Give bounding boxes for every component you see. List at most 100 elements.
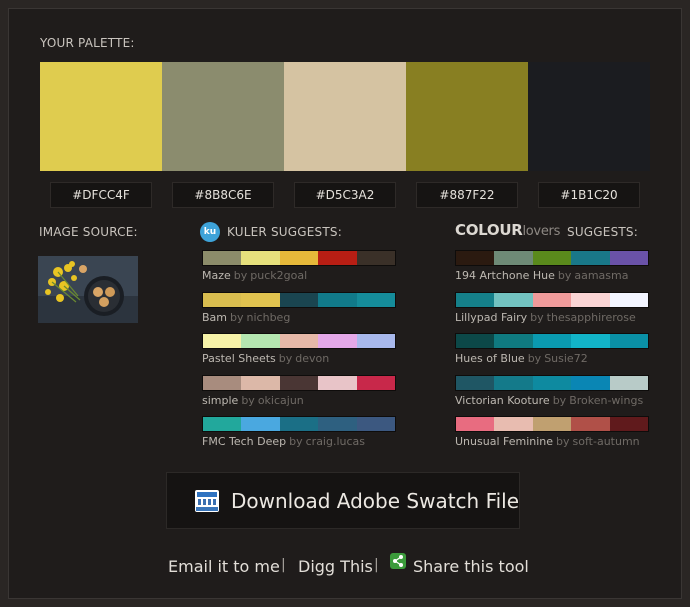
strip-color <box>318 251 357 265</box>
palette-name: FMC Tech Deep by craig.lucas <box>202 435 396 448</box>
kuler-heading: KULER SUGGESTS: <box>227 225 342 239</box>
download-label: Download Adobe Swatch File <box>231 489 520 513</box>
palette-title[interactable]: simple <box>202 394 238 407</box>
swatch-hex-label: #1B1C20 <box>538 182 640 208</box>
suggested-palette[interactable]: Hues of Blue by Susie72 <box>455 333 649 365</box>
strip-color <box>279 251 319 265</box>
palette-title[interactable]: Lillypad Fairy <box>455 311 527 324</box>
strip-color <box>203 375 242 390</box>
strip-color <box>279 417 319 431</box>
digg-link[interactable]: Digg This <box>298 557 373 576</box>
suggested-palette[interactable]: simple by okicajun <box>202 374 396 407</box>
strip-color <box>456 417 495 431</box>
palette-strip[interactable] <box>202 333 396 349</box>
suggested-palette[interactable]: Pastel Sheets by devon <box>202 333 396 365</box>
strip-color <box>356 375 396 390</box>
suggested-palette[interactable]: FMC Tech Deep by craig.lucas <box>202 416 396 448</box>
strip-color <box>279 292 319 307</box>
strip-color <box>318 375 357 390</box>
suggested-palette[interactable]: Unusual Feminine by soft-autumn <box>455 416 649 448</box>
strip-color <box>494 292 533 307</box>
palette-strip[interactable] <box>202 374 396 391</box>
palette-author[interactable]: soft-autumn <box>573 435 640 448</box>
palette-name: Victorian Kooture by Broken-wings <box>455 394 649 407</box>
colourlovers-heading: SUGGESTS: <box>567 225 638 239</box>
palette-title[interactable]: FMC Tech Deep <box>202 435 286 448</box>
palette-author[interactable]: Broken-wings <box>569 394 643 407</box>
share-link[interactable]: Share this tool <box>413 557 529 576</box>
palette-title[interactable]: Unusual Feminine <box>455 435 553 448</box>
palette-title[interactable]: 194 Artchone Hue <box>455 269 555 282</box>
palette-strip[interactable] <box>202 250 396 266</box>
email-link[interactable]: Email it to me <box>168 557 280 576</box>
palette-title[interactable]: Bam <box>202 311 227 324</box>
footer-separator: | <box>374 557 379 573</box>
palette-strip[interactable] <box>202 291 396 308</box>
strip-color <box>609 334 649 348</box>
palette-strip[interactable] <box>455 333 649 349</box>
palette-author[interactable]: devon <box>295 352 329 365</box>
strip-color <box>571 334 610 348</box>
palette-name: Maze by puck2goal <box>202 269 396 282</box>
suggested-palette[interactable]: 194 Artchone Hue by aamasma <box>455 250 649 282</box>
palette-swatch[interactable] <box>284 62 406 171</box>
strip-color <box>609 417 649 431</box>
image-source-thumbnail[interactable] <box>38 256 138 323</box>
palette-swatch[interactable] <box>406 62 528 171</box>
strip-color <box>571 292 610 307</box>
palette-author[interactable]: okicajun <box>258 394 304 407</box>
palette-name: Bam by nichbeg <box>202 311 396 324</box>
palette-author[interactable]: nichbeg <box>247 311 291 324</box>
suggested-palette[interactable]: Victorian Kooture by Broken-wings <box>455 374 649 407</box>
palette-title[interactable]: Pastel Sheets <box>202 352 276 365</box>
suggested-palette[interactable]: Lillypad Fairy by thesapphirerose <box>455 291 649 324</box>
strip-color <box>456 292 495 307</box>
palette-name: Hues of Blue by Susie72 <box>455 352 649 365</box>
palette-strip[interactable] <box>455 291 649 308</box>
palette-name: Lillypad Fairy by thesapphirerose <box>455 311 649 324</box>
suggested-palette[interactable]: Bam by nichbeg <box>202 291 396 324</box>
palette-heading: YOUR PALETTE: <box>40 36 135 50</box>
palette-strip[interactable] <box>455 250 649 266</box>
strip-color <box>356 417 396 431</box>
colourlovers-logo: COLOURlovers <box>455 221 561 239</box>
palette-strip[interactable] <box>455 416 649 432</box>
strip-color <box>318 292 357 307</box>
palette-by: by <box>241 393 255 407</box>
strip-color <box>241 292 280 307</box>
strip-color <box>318 334 357 348</box>
palette-strip[interactable] <box>455 374 649 391</box>
palette-swatch[interactable] <box>40 62 162 171</box>
palette-author[interactable]: Susie72 <box>544 352 588 365</box>
swatch-hex-label: #D5C3A2 <box>294 182 396 208</box>
strip-color <box>203 417 242 431</box>
footer-separator: | <box>281 557 286 573</box>
palette-by: by <box>278 352 293 365</box>
palette-swatch[interactable] <box>162 62 284 171</box>
suggested-palette[interactable]: Maze by puck2goal <box>202 250 396 282</box>
strip-color <box>203 334 242 348</box>
palette-name: simple by okicajun <box>202 394 396 407</box>
palette-author[interactable]: thesapphirerose <box>547 311 636 324</box>
palette-swatch[interactable] <box>528 62 650 171</box>
strip-color <box>456 375 495 390</box>
palette-author[interactable]: craig.lucas <box>306 435 365 448</box>
strip-color <box>456 251 495 265</box>
strip-color <box>356 292 396 307</box>
palette-strip[interactable] <box>202 416 396 432</box>
share-icon <box>390 553 406 569</box>
strip-color <box>532 375 572 390</box>
strip-color <box>241 334 280 348</box>
strip-color <box>456 334 495 348</box>
palette-title[interactable]: Victorian Kooture <box>455 394 550 407</box>
download-swatch-button[interactable]: Download Adobe Swatch File <box>166 472 520 529</box>
strip-color <box>241 417 280 431</box>
palette-author[interactable]: aamasma <box>574 269 628 282</box>
palette-by: by <box>289 435 303 448</box>
palette-author[interactable]: puck2goal <box>250 269 307 282</box>
palette-title[interactable]: Maze <box>202 269 231 282</box>
strip-color <box>203 292 242 307</box>
palette-title[interactable]: Hues of Blue <box>455 352 525 365</box>
strip-color <box>609 251 649 265</box>
strip-color <box>279 334 319 348</box>
